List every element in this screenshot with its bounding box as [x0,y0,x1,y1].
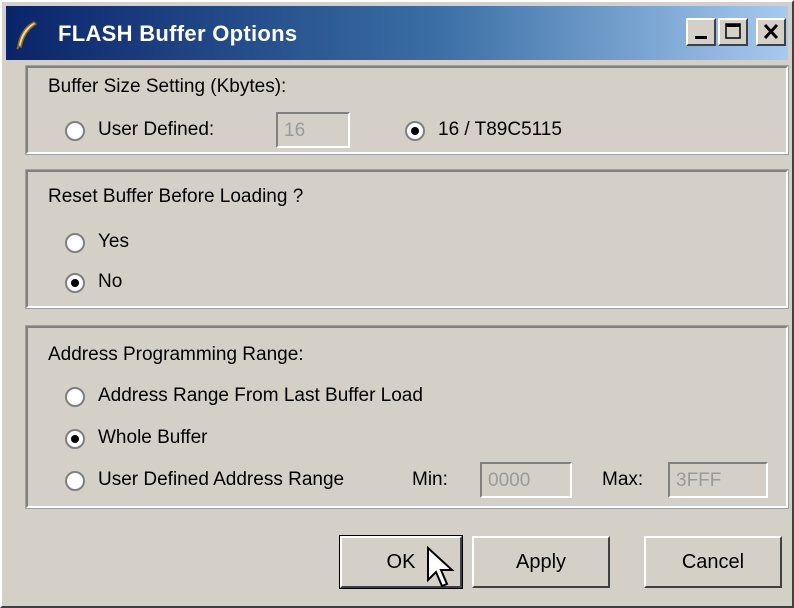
user-defined-range-label: User Defined Address Range [98,469,345,490]
close-icon [763,23,779,40]
minimize-button[interactable] [686,18,716,46]
reset-buffer-title: Reset Buffer Before Loading ? [48,186,304,207]
radio-unselected-icon [65,387,85,407]
buffer-size-input[interactable]: 16 [276,112,350,148]
minimize-icon [695,36,707,39]
mouse-pointer-icon [427,546,455,588]
max-address-input[interactable]: 3FFF [668,462,768,498]
radio-selected-icon [65,429,85,449]
radio-unselected-icon [65,233,85,253]
last-buffer-load-label: Address Range From Last Buffer Load [98,385,423,406]
min-label: Min: [412,469,448,490]
buffer-size-group: Buffer Size Setting (Kbytes): User Defin… [25,65,789,155]
radio-selected-icon [405,121,425,141]
user-defined-label: User Defined: [98,119,215,140]
radio-unselected-icon [65,471,85,491]
cancel-button[interactable]: Cancel [644,536,782,588]
apply-button[interactable]: Apply [472,536,610,588]
title-bar[interactable]: FLASH Buffer Options [6,6,788,60]
flash-buffer-options-dialog: FLASH Buffer Options Buffer Size Setting… [0,0,794,608]
address-range-group: Address Programming Range: Address Range… [25,325,789,509]
maximize-button[interactable] [718,18,748,46]
whole-buffer-label: Whole Buffer [98,427,208,448]
address-range-title: Address Programming Range: [48,344,304,365]
close-button[interactable] [756,18,786,46]
no-label: No [98,271,123,292]
min-address-input[interactable]: 0000 [480,462,572,498]
window-title: FLASH Buffer Options [58,21,298,46]
preset-size-label: 16 / T89C5115 [438,119,562,140]
reset-buffer-group: Reset Buffer Before Loading ? Yes No [25,169,789,309]
feather-icon [16,21,38,50]
radio-selected-icon [65,273,85,293]
yes-label: Yes [98,231,129,252]
buffer-size-title: Buffer Size Setting (Kbytes): [48,76,287,97]
radio-unselected-icon [65,121,85,141]
max-label: Max: [602,469,644,490]
maximize-icon [725,23,741,39]
